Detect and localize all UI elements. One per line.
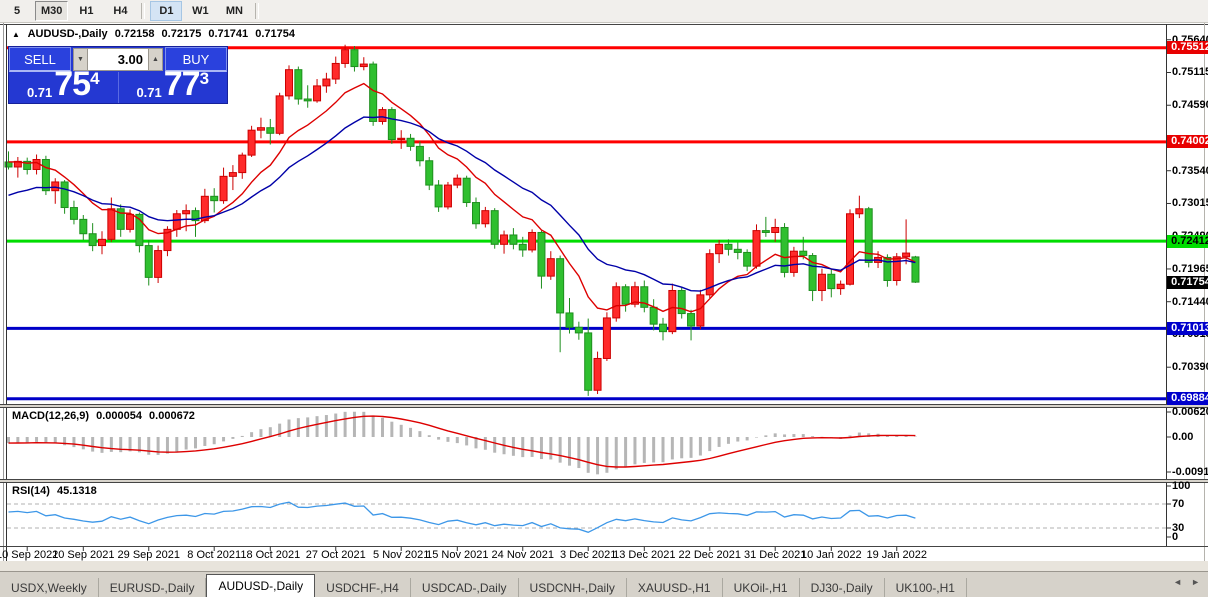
- timeframe-button-mn[interactable]: MN: [218, 1, 250, 21]
- macd-indicator-label: MACD(12,26,9) 0.000054 0.000672: [12, 410, 199, 422]
- timeframe-button-d1[interactable]: D1: [150, 1, 182, 21]
- time-axis-label: 10 Jan 2022: [801, 549, 862, 561]
- open-value: 0.72158: [115, 28, 155, 40]
- tab-scroll-nav: ◄ ►: [1173, 577, 1200, 587]
- time-axis-label: 15 Nov 2021: [426, 549, 488, 561]
- sell-price-sup: 4: [90, 70, 99, 87]
- macd-name: MACD(12,26,9): [12, 410, 89, 422]
- rsi-axis-tick: 0: [1172, 531, 1178, 543]
- chart-tab-uk100-h1[interactable]: UK100-,H1: [885, 578, 967, 597]
- low-value: 0.71741: [208, 28, 248, 40]
- one-click-trading-panel: SELL ▼ ▲ BUY 0.71 75 4 0.71 77 3: [8, 46, 228, 104]
- rsi-axis-tick: 100: [1172, 480, 1190, 492]
- rsi-name: RSI(14): [12, 485, 50, 497]
- price-axis-badge: 0.71013: [1167, 322, 1208, 335]
- sell-price-big: 75: [54, 67, 90, 101]
- tabs-scroll-left-icon[interactable]: ◄: [1173, 577, 1182, 587]
- toolbar-separator: [141, 3, 145, 19]
- toolbar-separator: [255, 3, 259, 19]
- tabs-scroll-right-icon[interactable]: ►: [1191, 577, 1200, 587]
- buy-price-big: 77: [164, 67, 200, 101]
- chart-tab-xauusd-h1[interactable]: XAUUSD-,H1: [627, 578, 723, 597]
- price-axis-tick: 0.73540: [1172, 165, 1208, 177]
- rsi-value: 45.1318: [57, 485, 97, 497]
- volume-input[interactable]: [88, 48, 148, 71]
- chart-tab-dj30-daily[interactable]: DJ30-,Daily: [800, 578, 885, 597]
- chart-tab-usdchf-h4[interactable]: USDCHF-,H4: [315, 578, 411, 597]
- sell-price-prefix: 0.71: [27, 86, 52, 99]
- triangle-down-icon: ▼: [77, 56, 84, 63]
- price-axis-tick: 0.71440: [1172, 296, 1208, 308]
- timeframe-button-w1[interactable]: W1: [184, 1, 216, 21]
- triangle-up-icon: ▲: [152, 56, 159, 63]
- rsi-indicator-label: RSI(14) 45.1318: [12, 485, 101, 497]
- chart-tab-eurusd-daily[interactable]: EURUSD-,Daily: [99, 578, 207, 597]
- chart-tab-usdx-weekly[interactable]: USDX,Weekly: [0, 578, 99, 597]
- price-axis-badge: 0.72412: [1167, 235, 1208, 248]
- bottom-strip: [0, 561, 1208, 571]
- buy-price-sup: 3: [200, 70, 209, 87]
- time-axis-label: 27 Oct 2021: [306, 549, 366, 561]
- timeframe-button-h1[interactable]: H1: [70, 1, 102, 21]
- chart-tab-bar: USDX,WeeklyEURUSD-,DailyAUDUSD-,DailyUSD…: [0, 571, 1208, 597]
- chart-tab-audusd-daily[interactable]: AUDUSD-,Daily: [206, 574, 315, 597]
- symbol-label: AUDUSD-,Daily: [28, 28, 108, 40]
- price-axis-tick: 0.70390: [1172, 361, 1208, 373]
- macd-axis-tick: 0.00: [1172, 431, 1193, 443]
- time-axis-label: 29 Sep 2021: [118, 549, 180, 561]
- time-axis-label: 22 Dec 2021: [679, 549, 741, 561]
- close-value: 0.71754: [255, 28, 295, 40]
- timeframe-toolbar: 5M30H1H4 D1W1MN: [0, 0, 1208, 23]
- price-axis-badge: 0.71754: [1167, 276, 1208, 289]
- price-axis-tick: 0.73015: [1172, 197, 1208, 209]
- volume-increase-button[interactable]: ▲: [148, 48, 163, 71]
- chart-ohlc-header: ▲ AUDUSD-,Daily 0.72158 0.72175 0.71741 …: [12, 28, 299, 40]
- price-axis-tick: 0.74590: [1172, 99, 1208, 111]
- macd-axis-tick: 0.006201: [1172, 406, 1208, 418]
- price-axis-tick: 0.71965: [1172, 263, 1208, 275]
- price-axis-badge: 0.75512: [1167, 41, 1208, 54]
- collapse-panel-icon[interactable]: ▲: [12, 30, 20, 39]
- chart-tab-usdcad-daily[interactable]: USDCAD-,Daily: [411, 578, 519, 597]
- time-axis-label: 8 Oct 2021: [187, 549, 241, 561]
- timeframe-button-m30[interactable]: M30: [35, 1, 68, 21]
- sell-price[interactable]: 0.71 75 4: [9, 72, 118, 103]
- time-axis-label: 19 Jan 2022: [866, 549, 927, 561]
- price-axis-badge: 0.74002: [1167, 135, 1208, 148]
- macd-axis-tick: -0.00919: [1172, 466, 1208, 478]
- time-axis-label: 10 Sep 2021: [0, 549, 58, 561]
- time-axis-label: 31 Dec 2021: [744, 549, 806, 561]
- chart-tab-ukoil-h1[interactable]: UKOil-,H1: [723, 578, 800, 597]
- buy-price[interactable]: 0.71 77 3: [118, 72, 228, 103]
- timeframe-button-h4[interactable]: H4: [104, 1, 136, 21]
- time-axis-label: 5 Nov 2021: [373, 549, 429, 561]
- time-axis-label: 18 Oct 2021: [240, 549, 300, 561]
- chart-tab-usdcnh-daily[interactable]: USDCNH-,Daily: [519, 578, 627, 597]
- price-axis-badge: 0.69884: [1167, 392, 1208, 405]
- rsi-axis-tick: 70: [1172, 498, 1184, 510]
- macd-signal-value: 0.000672: [149, 410, 195, 422]
- time-axis-label: 13 Dec 2021: [613, 549, 675, 561]
- mt4-window: 5M30H1H4 D1W1MN ▲ AUDUSD-,Daily 0.72158 0…: [0, 0, 1208, 597]
- buy-price-prefix: 0.71: [136, 86, 161, 99]
- time-axis-label: 24 Nov 2021: [492, 549, 554, 561]
- high-value: 0.72175: [162, 28, 202, 40]
- time-axis-label: 3 Dec 2021: [560, 549, 616, 561]
- macd-main-value: 0.000054: [96, 410, 142, 422]
- timeframe-button-5[interactable]: 5: [1, 1, 33, 21]
- time-axis-label: 20 Sep 2021: [52, 549, 114, 561]
- price-axis-tick: 0.75115: [1172, 66, 1208, 78]
